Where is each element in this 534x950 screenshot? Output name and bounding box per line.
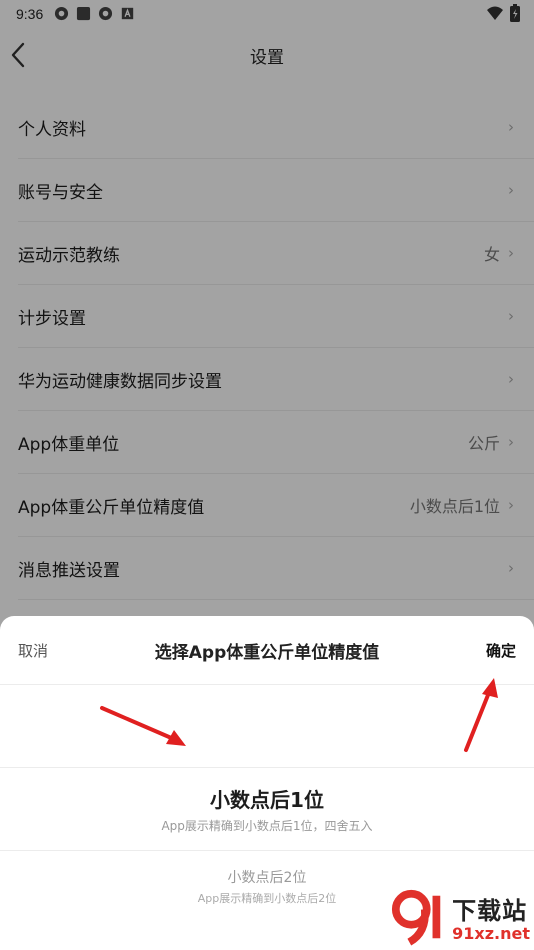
picker-empty-slot [0,685,534,768]
watermark-logo-icon [392,889,441,946]
confirm-button[interactable]: 确定 [486,640,516,661]
cancel-button[interactable]: 取消 [18,640,48,661]
option-desc: App展示精确到小数点后1位，四舍五入 [161,819,373,833]
watermark-name: 下载站 [452,897,528,925]
watermark-url: 91xz.net [452,924,530,943]
annotation-arrow-icon [100,706,186,746]
picker-header: 取消 选择App体重公斤单位精度值 确定 [0,616,534,685]
watermark: 下载站 91xz.net [390,888,530,946]
option-title: 小数点后1位 [210,788,324,812]
picker-option-1-decimal[interactable]: 小数点后1位 App展示精确到小数点后1位，四舍五入 [0,768,534,851]
option-title: 小数点后2位 [227,869,307,886]
option-desc: App展示精确到小数点后2位 [197,891,337,905]
picker-title: 选择App体重公斤单位精度值 [154,642,380,663]
annotation-arrow-icon [464,678,498,752]
